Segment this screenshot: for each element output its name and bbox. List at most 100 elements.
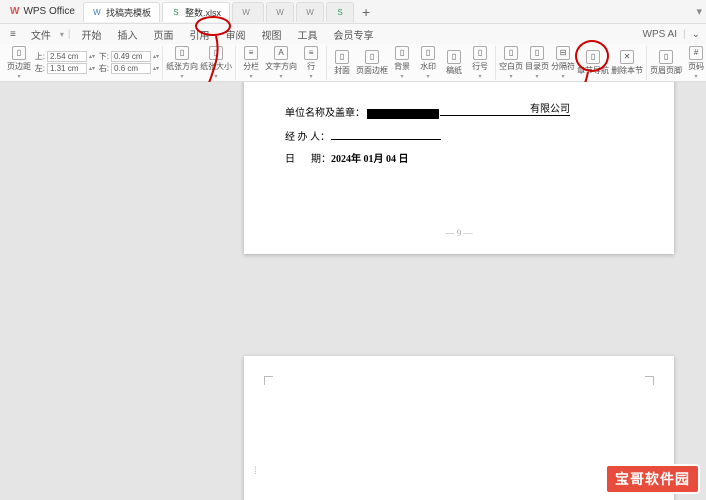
breaks-button[interactable]: ⊟分隔符▾ [551, 46, 575, 80]
line-icon: ≡ [304, 46, 318, 60]
field-label: 经 办 人： [285, 132, 330, 143]
doc-tab[interactable]: S [326, 2, 354, 22]
document-canvas[interactable]: 单位名称及盖章： 有限公司 经 办 人： 日期：2024年 01月 04 日 — … [0, 82, 706, 500]
wps-logo-icon: W [10, 6, 19, 17]
date-value: 2024年 01月 04 日 [331, 154, 409, 165]
orientation-button[interactable]: ▯纸张方向▾ [166, 46, 198, 80]
margin-icon: ▯ [12, 46, 26, 60]
app-brand: W WPS Office [4, 6, 81, 17]
window-controls: ▾ [696, 5, 702, 18]
header-footer-button[interactable]: ▯页眉页脚 [650, 50, 682, 76]
margin-bottom-label: 下: [97, 51, 109, 62]
field-label: 单位名称及盖章： [285, 108, 365, 119]
bg-icon: ▯ [395, 46, 409, 60]
field-label: 期： [311, 154, 331, 165]
blank-page-button[interactable]: ▯空白页▾ [499, 46, 523, 80]
underline-field: 有限公司 [440, 106, 570, 116]
menu-page[interactable]: 页面 [146, 25, 180, 44]
doc-tab[interactable]: W [296, 2, 324, 22]
margin-corner-icon [264, 376, 273, 385]
company-line: 单位名称及盖章： 有限公司 [285, 104, 570, 119]
stepper-icon[interactable]: ▴▾ [89, 67, 95, 71]
delete-section-button[interactable]: ✕删除本节 [611, 50, 643, 76]
margin-inputs: 上: 2.54 cm ▴▾ 下: 0.49 cm ▴▾ 左: 1.31 cm ▴… [33, 51, 159, 74]
toc-page-button[interactable]: ▯目录页▾ [525, 46, 549, 80]
section-mark-icon: ⁞ [254, 466, 257, 477]
cover-icon: ▯ [335, 50, 349, 64]
gutter-button[interactable]: ▯稿纸 [442, 50, 466, 76]
title-tab-bar: W WPS Office W 找稿壳模板 S 整数.xlsx W W W S +… [0, 0, 706, 24]
columns-button[interactable]: ≡分栏▾ [239, 46, 263, 80]
company-suffix: 有限公司 [530, 100, 570, 115]
margin-top-input[interactable]: 2.54 cm [47, 51, 87, 62]
line-number-button[interactable]: ▯行号▾ [468, 46, 492, 80]
doc-icon: W [92, 7, 102, 17]
stepper-icon[interactable]: ▴▾ [153, 67, 159, 71]
date-line: 日期：2024年 01月 04 日 [285, 150, 409, 165]
handler-line: 经 办 人： [285, 128, 441, 143]
tab-label: 整数.xlsx [185, 6, 221, 19]
line-height-button[interactable]: ≡行▾ [299, 46, 323, 80]
new-tab-button[interactable]: + [356, 4, 376, 20]
margin-right-label: 右: [97, 63, 109, 74]
doc-tab[interactable]: S 整数.xlsx [162, 2, 230, 22]
menu-insert[interactable]: 插入 [110, 25, 144, 44]
menu-sep: | [66, 29, 73, 40]
menu-member[interactable]: 会员专享 [326, 25, 380, 44]
sheet-icon: S [335, 7, 345, 17]
doc-tab[interactable]: W 找稿壳模板 [83, 2, 160, 22]
margin-left-label: 左: [33, 63, 45, 74]
stepper-icon[interactable]: ▴▾ [153, 55, 159, 59]
menu-reference[interactable]: 引用 [182, 25, 216, 44]
menu-tools[interactable]: 工具 [290, 25, 324, 44]
border-icon: ▯ [365, 50, 379, 64]
wps-ai-button[interactable]: WPS AI [643, 29, 677, 40]
size-icon: ▯ [209, 46, 223, 60]
page-border-button[interactable]: ▯页面边框 [356, 50, 388, 76]
cover-button[interactable]: ▯封面 [330, 50, 354, 76]
margin-top-label: 上: [33, 51, 45, 62]
margin-bottom-input[interactable]: 0.49 cm [111, 51, 151, 62]
stepper-icon[interactable]: ▴▾ [89, 55, 95, 59]
watermark-badge: 宝哥软件园 [605, 464, 700, 494]
paper-size-button[interactable]: ▯纸张大小▾ [200, 46, 232, 80]
doc-tab[interactable]: W [232, 2, 264, 22]
delete-section-icon: ✕ [620, 50, 634, 64]
text-direction-button[interactable]: A文字方向▾ [265, 46, 297, 80]
blank-icon: ▯ [504, 46, 518, 60]
doc-icon: W [241, 7, 251, 17]
watermark-icon: ▯ [421, 46, 435, 60]
gutter-icon: ▯ [447, 50, 461, 64]
tab-label: 找稿壳模板 [106, 6, 151, 19]
menu-view[interactable]: 视图 [254, 25, 288, 44]
collapse-ribbon-icon[interactable]: ⌄ [692, 29, 700, 40]
menu-file[interactable]: 文件 [24, 25, 58, 44]
margin-right-input[interactable]: 0.6 cm [111, 63, 151, 74]
hamburger-icon[interactable]: ≡ [4, 27, 22, 42]
section-nav-button[interactable]: ▯章节导航 [577, 50, 609, 76]
break-icon: ⊟ [556, 46, 570, 60]
doc-icon: W [275, 7, 285, 17]
page-number-button[interactable]: #页码▾ [684, 46, 706, 80]
underline-field [331, 130, 441, 140]
margin-corner-icon [645, 376, 654, 385]
sheet-icon: S [171, 7, 181, 17]
doc-tab[interactable]: W [266, 2, 294, 22]
secnav-icon: ▯ [586, 50, 600, 64]
window-list-icon[interactable]: ▾ [696, 5, 702, 18]
menu-start[interactable]: 开始 [74, 25, 108, 44]
orientation-icon: ▯ [175, 46, 189, 60]
app-name: WPS Office [23, 6, 75, 17]
menu-review[interactable]: 审阅 [218, 25, 252, 44]
doc-icon: W [305, 7, 315, 17]
watermark-button[interactable]: ▯水印▾ [416, 46, 440, 80]
textdir-icon: A [274, 46, 288, 60]
background-button[interactable]: ▯背景▾ [390, 46, 414, 80]
pagenum-icon: # [689, 46, 703, 60]
menu-bar: ≡ 文件 ▾ | 开始 插入 页面 引用 审阅 视图 工具 会员专享 WPS A… [0, 24, 706, 44]
margin-left-input[interactable]: 1.31 cm [47, 63, 87, 74]
page-number: — 9 — [244, 228, 674, 238]
document-page[interactable]: 单位名称及盖章： 有限公司 经 办 人： 日期：2024年 01月 04 日 — … [244, 82, 674, 254]
columns-icon: ≡ [244, 46, 258, 60]
page-margin-button[interactable]: ▯ 页边距▾ [7, 46, 31, 80]
